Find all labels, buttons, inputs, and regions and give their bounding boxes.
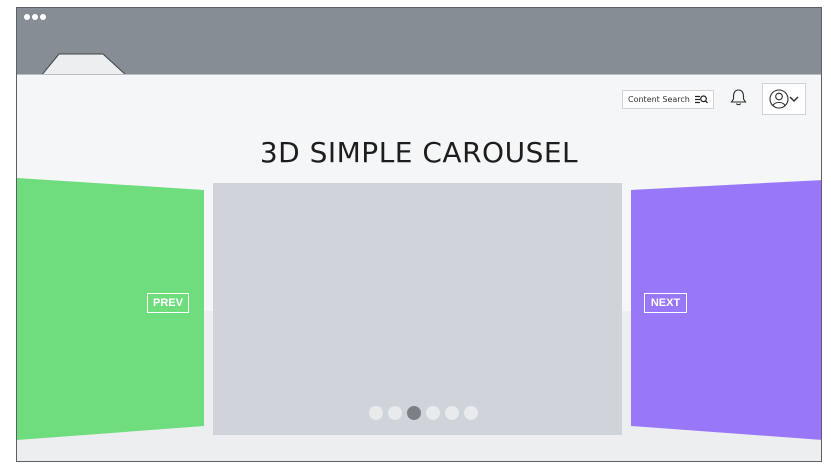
window-dot-close[interactable] [24,14,30,20]
prev-button[interactable]: PREV [147,293,189,313]
window-dot-minimize[interactable] [32,14,38,20]
carousel-indicator-dot[interactable] [464,406,478,420]
carousel-slide-current[interactable] [213,183,622,435]
page-content: Content Search 3D SIMPLE CAROUSEL PREV N… [17,75,821,461]
carousel-indicators [369,406,478,420]
carousel-indicator-dot[interactable] [388,406,402,420]
user-menu-button[interactable] [762,83,806,115]
carousel-indicator-dot[interactable] [369,406,383,420]
carousel-indicator-dot[interactable] [407,406,421,420]
bell-icon[interactable] [729,88,748,107]
chevron-down-icon [789,96,799,102]
page-title: 3D SIMPLE CAROUSEL [259,136,579,169]
window-dot-maximize[interactable] [40,14,46,20]
browser-window: Content Search 3D SIMPLE CAROUSEL PREV N… [16,7,822,462]
next-button[interactable]: NEXT [644,293,687,313]
search-label: Content Search [628,95,690,104]
browser-tab[interactable] [41,52,131,76]
carousel-indicator-dot[interactable] [426,406,440,420]
search-list-icon[interactable] [695,95,708,104]
window-controls [24,14,46,20]
carousel-indicator-dot[interactable] [445,406,459,420]
content-search-input[interactable]: Content Search [622,90,714,109]
browser-title-bar [17,8,821,76]
user-circle-icon [769,89,789,109]
